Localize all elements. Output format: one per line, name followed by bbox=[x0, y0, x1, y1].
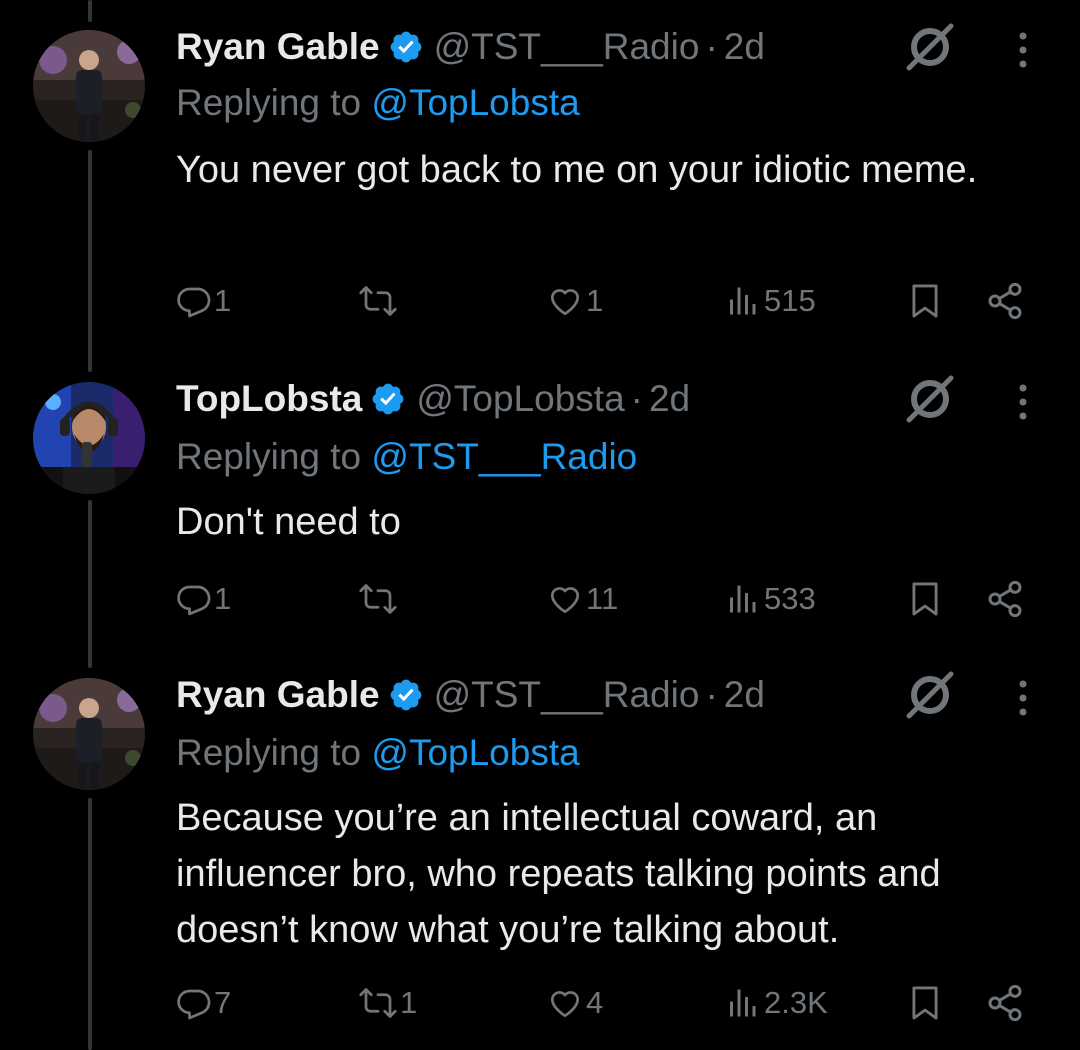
replying-prefix: Replying to bbox=[176, 82, 362, 123]
repost-icon bbox=[359, 286, 397, 316]
replying-prefix: Replying to bbox=[176, 436, 362, 477]
replying-mention[interactable]: @TopLobsta bbox=[371, 732, 579, 773]
bookmark-icon bbox=[912, 986, 938, 1020]
action-bar: 1 1 515 bbox=[0, 276, 1080, 326]
share-icon bbox=[988, 580, 1022, 618]
replying-to: Replying to @TST___Radio bbox=[176, 436, 637, 478]
repost-icon bbox=[359, 988, 397, 1018]
views-icon bbox=[730, 989, 756, 1017]
author-handle[interactable]: @TST___Radio bbox=[434, 26, 700, 68]
views-icon bbox=[730, 287, 756, 315]
repost-button[interactable] bbox=[358, 574, 400, 624]
tweet-3[interactable]: Ryan Gable @TST___Radio · 2d Replying to… bbox=[0, 660, 1080, 1050]
author-handle[interactable]: @TopLobsta bbox=[416, 378, 624, 420]
grok-icon[interactable] bbox=[903, 668, 957, 722]
share-button[interactable] bbox=[985, 276, 1025, 326]
repost-count: 1 bbox=[400, 985, 418, 1020]
verified-badge-icon bbox=[372, 383, 404, 415]
reply-count: 1 bbox=[214, 283, 232, 318]
action-bar: 7 1 4 2.3K bbox=[0, 978, 1080, 1028]
heart-icon bbox=[550, 991, 580, 1018]
views-button[interactable]: 515 bbox=[722, 276, 816, 326]
tweet-text: Don't need to bbox=[176, 501, 401, 543]
bookmark-button[interactable] bbox=[906, 978, 944, 1028]
like-count: 11 bbox=[586, 581, 619, 616]
grok-icon[interactable] bbox=[903, 20, 957, 74]
timestamp[interactable]: 2d bbox=[649, 378, 690, 420]
bookmark-button[interactable] bbox=[906, 574, 944, 624]
tweet-1[interactable]: Ryan Gable @TST___Radio · 2d Replying to… bbox=[0, 0, 1080, 360]
avatar-toplobsta[interactable] bbox=[33, 382, 145, 494]
more-vertical-icon[interactable] bbox=[1008, 382, 1038, 422]
verified-badge-icon bbox=[390, 679, 421, 711]
separator-dot: · bbox=[705, 26, 718, 67]
reply-icon bbox=[177, 287, 211, 318]
share-icon bbox=[988, 282, 1022, 320]
replying-prefix: Replying to bbox=[176, 732, 362, 773]
reply-icon bbox=[177, 989, 211, 1020]
repost-icon bbox=[359, 584, 397, 614]
heart-icon bbox=[550, 289, 580, 316]
reply-icon bbox=[177, 585, 211, 616]
views-count: 533 bbox=[764, 581, 816, 616]
tweet-header: Ryan Gable @TST___Radio · 2d bbox=[176, 23, 765, 71]
author-name[interactable]: TopLobsta bbox=[176, 378, 362, 420]
tweet-header: TopLobsta @TopLobsta · 2d bbox=[176, 375, 690, 423]
timestamp[interactable]: 2d bbox=[724, 674, 765, 716]
reply-button[interactable]: 1 bbox=[176, 276, 231, 326]
share-button[interactable] bbox=[985, 978, 1025, 1028]
like-count: 4 bbox=[586, 985, 604, 1020]
share-icon bbox=[988, 984, 1022, 1022]
more-vertical-icon[interactable] bbox=[1008, 678, 1038, 718]
replying-to: Replying to @TopLobsta bbox=[176, 82, 580, 124]
repost-button[interactable] bbox=[358, 276, 400, 326]
verified-badge-icon bbox=[390, 31, 421, 63]
share-button[interactable] bbox=[985, 574, 1025, 624]
like-button[interactable]: 1 bbox=[546, 276, 603, 326]
replying-to: Replying to @TopLobsta bbox=[176, 732, 580, 774]
views-icon bbox=[730, 585, 756, 613]
replying-mention[interactable]: @TST___Radio bbox=[371, 436, 637, 477]
tweet-2[interactable]: TopLobsta @TopLobsta · 2d Replying to @T… bbox=[0, 360, 1080, 660]
reply-count: 1 bbox=[214, 581, 232, 616]
grok-icon[interactable] bbox=[903, 372, 957, 426]
like-button[interactable]: 4 bbox=[546, 978, 603, 1028]
reply-button[interactable]: 1 bbox=[176, 574, 231, 624]
separator-dot: · bbox=[630, 378, 643, 419]
action-bar: 1 11 533 bbox=[0, 574, 1080, 624]
bookmark-icon bbox=[912, 582, 938, 616]
bookmark-button[interactable] bbox=[906, 276, 944, 326]
views-button[interactable]: 2.3K bbox=[722, 978, 828, 1028]
avatar-ryan-gable[interactable] bbox=[33, 678, 145, 790]
reply-count: 7 bbox=[214, 985, 232, 1020]
tweet-text: You never got back to me on your idiotic… bbox=[176, 149, 978, 191]
tweet-header: Ryan Gable @TST___Radio · 2d bbox=[176, 671, 765, 719]
like-count: 1 bbox=[586, 283, 604, 318]
heart-icon bbox=[550, 587, 580, 614]
avatar-ryan-gable[interactable] bbox=[33, 30, 145, 142]
author-name[interactable]: Ryan Gable bbox=[176, 674, 380, 716]
more-vertical-icon[interactable] bbox=[1008, 30, 1038, 70]
reply-button[interactable]: 7 bbox=[176, 978, 231, 1028]
like-button[interactable]: 11 bbox=[546, 574, 618, 624]
replying-mention[interactable]: @TopLobsta bbox=[371, 82, 579, 123]
timestamp[interactable]: 2d bbox=[724, 26, 765, 68]
views-button[interactable]: 533 bbox=[722, 574, 816, 624]
separator-dot: · bbox=[705, 674, 718, 715]
bookmark-icon bbox=[912, 284, 938, 318]
author-name[interactable]: Ryan Gable bbox=[176, 26, 380, 68]
views-count: 515 bbox=[764, 283, 816, 318]
views-count: 2.3K bbox=[764, 985, 828, 1020]
repost-button[interactable]: 1 bbox=[358, 978, 417, 1028]
tweet-text: Because you’re an intellectual coward, a… bbox=[176, 797, 941, 951]
author-handle[interactable]: @TST___Radio bbox=[434, 674, 700, 716]
